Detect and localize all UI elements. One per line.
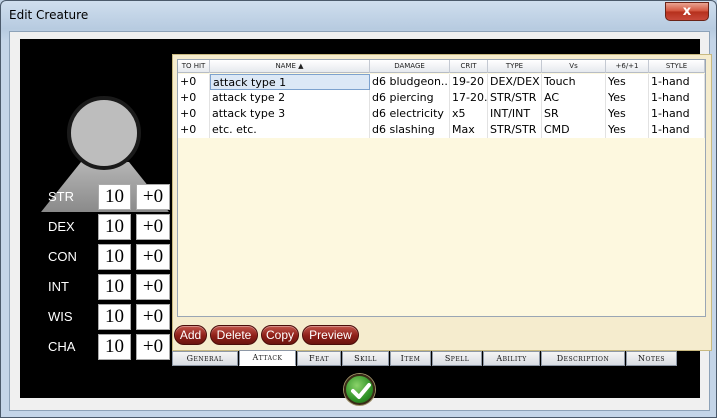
- cell-to-hit: +0: [178, 74, 210, 90]
- tab-item[interactable]: Item: [390, 351, 431, 366]
- table-row[interactable]: +0 attack type 2 d6 piercing 17-20... ST…: [178, 90, 705, 106]
- close-button[interactable]: x: [665, 2, 709, 21]
- cell-to-hit: +0: [178, 90, 210, 106]
- delete-button[interactable]: Delete: [210, 325, 258, 345]
- table-header: TO HIT NAME ▲ DAMAGE CRIT TYPE Vs +6/+1 …: [178, 60, 705, 73]
- stat-row-wis: WIS 10 +0: [36, 304, 176, 330]
- stat-mod-dex[interactable]: +0: [136, 214, 170, 240]
- cell-name: etc. etc.: [210, 122, 370, 138]
- cell-name[interactable]: attack type 1: [210, 74, 370, 90]
- stat-mod-cha[interactable]: +0: [136, 334, 170, 360]
- tab-skill[interactable]: Skill: [342, 351, 389, 366]
- copy-button[interactable]: Copy: [261, 325, 299, 345]
- stat-mod-str[interactable]: +0: [136, 184, 170, 210]
- column-header-bonus[interactable]: +6/+1: [606, 60, 649, 73]
- column-header-damage[interactable]: DAMAGE: [370, 60, 450, 73]
- cell-style: 1-hand: [649, 106, 705, 122]
- tab-attack[interactable]: Attack: [239, 350, 296, 366]
- tab-description[interactable]: Description: [541, 351, 625, 366]
- tab-feat[interactable]: Feat: [297, 351, 341, 366]
- cell-crit: x5: [450, 106, 488, 122]
- stat-label: CON: [48, 249, 77, 264]
- attack-table[interactable]: TO HIT NAME ▲ DAMAGE CRIT TYPE Vs +6/+1 …: [177, 59, 706, 317]
- stat-label: INT: [48, 279, 69, 294]
- cell-style: 1-hand: [649, 122, 705, 138]
- cell-crit: 17-20...: [452, 90, 488, 106]
- column-header-to-hit[interactable]: TO HIT: [178, 60, 210, 73]
- stat-row-int: INT 10 +0: [36, 274, 176, 300]
- attack-panel: TO HIT NAME ▲ DAMAGE CRIT TYPE Vs +6/+1 …: [172, 54, 712, 351]
- window-title: Edit Creature: [9, 8, 89, 22]
- stat-value-str[interactable]: 10: [98, 184, 131, 210]
- cell-vs: CMD: [542, 122, 606, 138]
- cell-name: attack type 2: [210, 90, 370, 106]
- ok-button[interactable]: [344, 374, 375, 405]
- cell-to-hit: +0: [178, 122, 210, 138]
- table-row[interactable]: +0 etc. etc. d6 slashing Max STR/STR CMD…: [178, 122, 705, 138]
- cell-damage: d6 bludgeon...: [372, 74, 450, 90]
- stat-label: WIS: [48, 309, 73, 324]
- cell-type: STR/STR: [488, 122, 542, 138]
- cell-bonus: Yes: [606, 122, 649, 138]
- stat-value-int[interactable]: 10: [98, 274, 131, 300]
- stat-row-con: CON 10 +0: [36, 244, 176, 270]
- cell-type: DEX/DEX: [488, 74, 542, 90]
- tab-general[interactable]: General: [172, 351, 238, 366]
- checkmark-icon: [351, 383, 371, 399]
- add-button[interactable]: Add: [174, 325, 207, 345]
- cell-bonus: Yes: [606, 74, 649, 90]
- cell-style: 1-hand: [649, 90, 705, 106]
- stat-row-dex: DEX 10 +0: [36, 214, 176, 240]
- stat-label: DEX: [48, 219, 75, 234]
- stat-value-wis[interactable]: 10: [98, 304, 131, 330]
- stat-value-con[interactable]: 10: [98, 244, 131, 270]
- cell-bonus: Yes: [606, 90, 649, 106]
- stat-label: CHA: [48, 339, 76, 354]
- tab-ability[interactable]: Ability: [483, 351, 540, 366]
- cell-vs: Touch: [542, 74, 606, 90]
- stat-value-cha[interactable]: 10: [98, 334, 131, 360]
- cell-name: attack type 3: [210, 106, 370, 122]
- stat-row-cha: CHA 10 +0: [36, 334, 176, 360]
- cell-vs: SR: [542, 106, 606, 122]
- cell-type: STR/STR: [488, 90, 542, 106]
- stat-label: STR: [48, 189, 74, 204]
- stat-mod-wis[interactable]: +0: [136, 304, 170, 330]
- edit-creature-window: Edit Creature x STR 10 +0 DEX 10 +0 CON …: [0, 0, 717, 418]
- cell-to-hit: +0: [178, 106, 210, 122]
- client-area: STR 10 +0 DEX 10 +0 CON 10 +0 INT 10 +0 …: [9, 31, 712, 411]
- preview-button[interactable]: Preview: [302, 325, 359, 345]
- column-header-style[interactable]: STYLE: [649, 60, 705, 73]
- cell-damage: d6 electricity: [370, 106, 450, 122]
- tab-spell[interactable]: Spell: [432, 351, 482, 366]
- cell-damage: d6 piercing: [370, 90, 450, 106]
- stat-mod-int[interactable]: +0: [136, 274, 170, 300]
- tab-notes[interactable]: Notes: [626, 351, 677, 366]
- cell-bonus: Yes: [606, 106, 649, 122]
- cell-damage: d6 slashing: [370, 122, 450, 138]
- column-header-type[interactable]: TYPE: [488, 60, 542, 73]
- column-header-crit[interactable]: CRIT: [450, 60, 488, 73]
- stat-mod-con[interactable]: +0: [136, 244, 170, 270]
- table-row[interactable]: +0 attack type 1 d6 bludgeon... 19-20 DE…: [178, 74, 705, 90]
- stat-row-str: STR 10 +0: [36, 184, 176, 210]
- cell-vs: AC: [542, 90, 606, 106]
- cell-crit: Max: [450, 122, 488, 138]
- creature-panel: STR 10 +0 DEX 10 +0 CON 10 +0 INT 10 +0 …: [20, 39, 712, 398]
- cell-type: INT/INT: [488, 106, 542, 122]
- column-header-vs[interactable]: Vs: [542, 60, 606, 73]
- title-bar[interactable]: Edit Creature x: [1, 1, 716, 31]
- cell-crit: 19-20: [450, 74, 488, 90]
- stat-value-dex[interactable]: 10: [98, 214, 131, 240]
- cell-style: 1-hand: [649, 74, 705, 90]
- column-header-name[interactable]: NAME ▲: [210, 60, 370, 73]
- table-row[interactable]: +0 attack type 3 d6 electricity x5 INT/I…: [178, 106, 705, 122]
